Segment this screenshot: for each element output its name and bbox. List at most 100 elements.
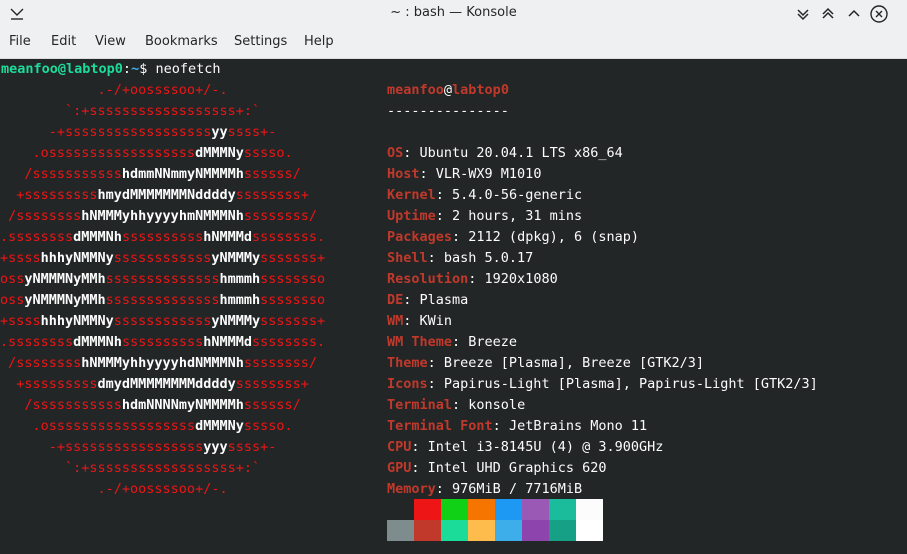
menu-file[interactable]: File [9,34,31,49]
ascii-logo-line: ossyNMMMNyMMhsssssssssssssshmmmhssssssso [0,271,326,287]
info-colon: : [435,187,453,203]
info-colon: : [411,460,428,476]
info-value: 976MiB / 7716MiB [452,481,583,497]
info-key: Terminal Font [387,418,493,434]
color-swatch [387,499,414,520]
chevron-down-icon[interactable] [792,3,814,25]
info-row: Terminal Font: JetBrains Mono 11 [387,416,647,437]
info-colon: : [411,439,428,455]
chevron-up-small-icon[interactable] [843,3,865,25]
color-swatch [576,499,603,520]
ascii-logo-line: ossyNMMMNyMMhsssssssssssssshmmmhssssssso [0,292,326,308]
info-colon: : [427,355,444,371]
info-row: Shell: bash 5.0.17 [387,248,533,269]
prompt-line: meanfoo@labtop0:~$ neofetch [1,59,221,80]
color-swatch [441,520,468,541]
info-row: Uptime: 2 hours, 31 mins [387,206,582,227]
ascii-logo-line: -+sssssssssssssssssyyyssss+- [0,439,277,455]
color-swatch [522,499,549,520]
color-swatch [414,499,441,520]
info-value: Papirus-Light [Plasma], Papirus-Light [G… [443,376,818,392]
info-key: CPU [387,439,412,455]
info-value: Breeze [Plasma], Breeze [GTK2/3] [443,355,704,371]
info-colon: : [427,376,444,392]
info-colon: : [452,229,469,245]
info-colon: : [403,145,420,161]
info-colon: : [452,397,469,413]
info-row: Kernel: 5.4.0-56-generic [387,185,582,206]
info-key: WM Theme [387,334,453,350]
info-value: 5.4.0-56-generic [452,187,583,203]
info-row: OS: Ubuntu 20.04.1 LTS x86_64 [387,143,623,164]
ascii-logo-line: +ssssssssshmydMMMMMMMNddddyssssssss+ [0,187,309,203]
info-colon: : [403,292,420,308]
info-row: CPU: Intel i3-8145U (4) @ 3.900GHz [387,437,663,458]
menu-view[interactable]: View [95,34,126,49]
info-row: WM: KWin [387,311,452,332]
window-title: ~ : bash — Konsole [390,5,517,20]
title-bar[interactable]: ~ : bash — Konsole [0,0,907,27]
menu-edit[interactable]: Edit [51,34,76,49]
info-row: Icons: Papirus-Light [Plasma], Papirus-L… [387,374,818,395]
info-key: Host [387,166,420,182]
color-swatch [387,520,414,541]
ascii-logo-line: +sssshhhyNMMNyssssssssssssyNMMMysssssss+ [0,250,326,266]
prompt-command: neofetch [147,61,221,77]
info-value: bash 5.0.17 [443,250,534,266]
chevron-up-icon[interactable] [817,3,839,25]
info-host: labtop0 [452,82,509,98]
info-separator: --------------- [387,103,509,119]
ascii-logo-line: .ssssssssdMMMNhsssssssssshNMMMdssssssss. [0,229,326,245]
info-colon: : [403,313,420,329]
ascii-logo-line: +sssssssssdmydMMMMMMMMddddyssssssss+ [0,376,309,392]
info-key: OS [387,145,404,161]
info-user: meanfoo [387,82,444,98]
ascii-logo-line: `:+ssssssssssssssssss+:` [0,103,261,119]
color-swatch [468,520,495,541]
info-value: 1920x1080 [484,271,558,287]
info-value: Breeze [468,334,518,350]
menu-settings[interactable]: Settings [234,34,287,49]
info-row: Memory: 976MiB / 7716MiB [387,479,582,500]
info-value: 2112 (dpkg), 6 (snap) [468,229,639,245]
info-value: VLR-WX9 M1010 [435,166,542,182]
info-colon: : [435,481,453,497]
menu-bookmarks[interactable]: Bookmarks [145,34,218,49]
ascii-logo-line: .ossssssssssssssssssdMMMNysssso. [0,418,293,434]
color-swatch [549,520,576,541]
color-swatch [495,499,522,520]
konsole-window: ~ : bash — Konsole File Edit View Bookma… [0,0,907,554]
ascii-logo-line: .-/+oossssoo+/-. [0,82,228,98]
ascii-logo-line: `:+ssssssssssssssssss+:` [0,460,261,476]
ascii-logo-line: -+ssssssssssssssssssyyssss+- [0,124,277,140]
ascii-logo-line: /sssssssshNMMMyhhyyyyhmNMMMNhssssssss/ [0,208,317,224]
info-key: WM [387,313,404,329]
close-icon[interactable] [868,3,890,25]
info-colon: : [452,334,469,350]
ascii-logo-line: /sssssssshNMMMyhhyyyyhdNMMMNhssssssss/ [0,355,317,371]
info-key: Terminal [387,397,453,413]
info-row: Terminal: konsole [387,395,525,416]
ascii-logo-line: /ssssssssssshdmNNNNmyNMMMMhssssss/ [0,397,301,413]
info-value: Intel i3-8145U (4) @ 3.900GHz [427,439,664,455]
info-colon: : [427,250,444,266]
info-at: @ [443,82,453,98]
color-swatch [522,520,549,541]
info-key: Packages [387,229,453,245]
info-colon: : [468,271,485,287]
menu-help[interactable]: Help [304,34,334,49]
info-row: GPU: Intel UHD Graphics 620 [387,458,606,479]
info-key: Theme [387,355,428,371]
info-row: Host: VLR-WX9 M1010 [387,164,541,185]
info-colon: : [492,418,509,434]
prompt-separator: : [122,61,132,77]
color-swatch [495,520,522,541]
info-row: Resolution: 1920x1080 [387,269,558,290]
terminal-area[interactable]: meanfoo@labtop0:~$ neofetch .-/+oossssoo… [0,59,907,554]
info-key: Kernel [387,187,436,203]
info-row: Theme: Breeze [Plasma], Breeze [GTK2/3] [387,353,704,374]
info-colon: : [419,166,436,182]
ascii-logo-line: +sssshhhyNMMNyssssssssssssyNMMMysssssss+ [0,313,326,329]
info-value: 2 hours, 31 mins [452,208,583,224]
info-key: GPU [387,460,412,476]
